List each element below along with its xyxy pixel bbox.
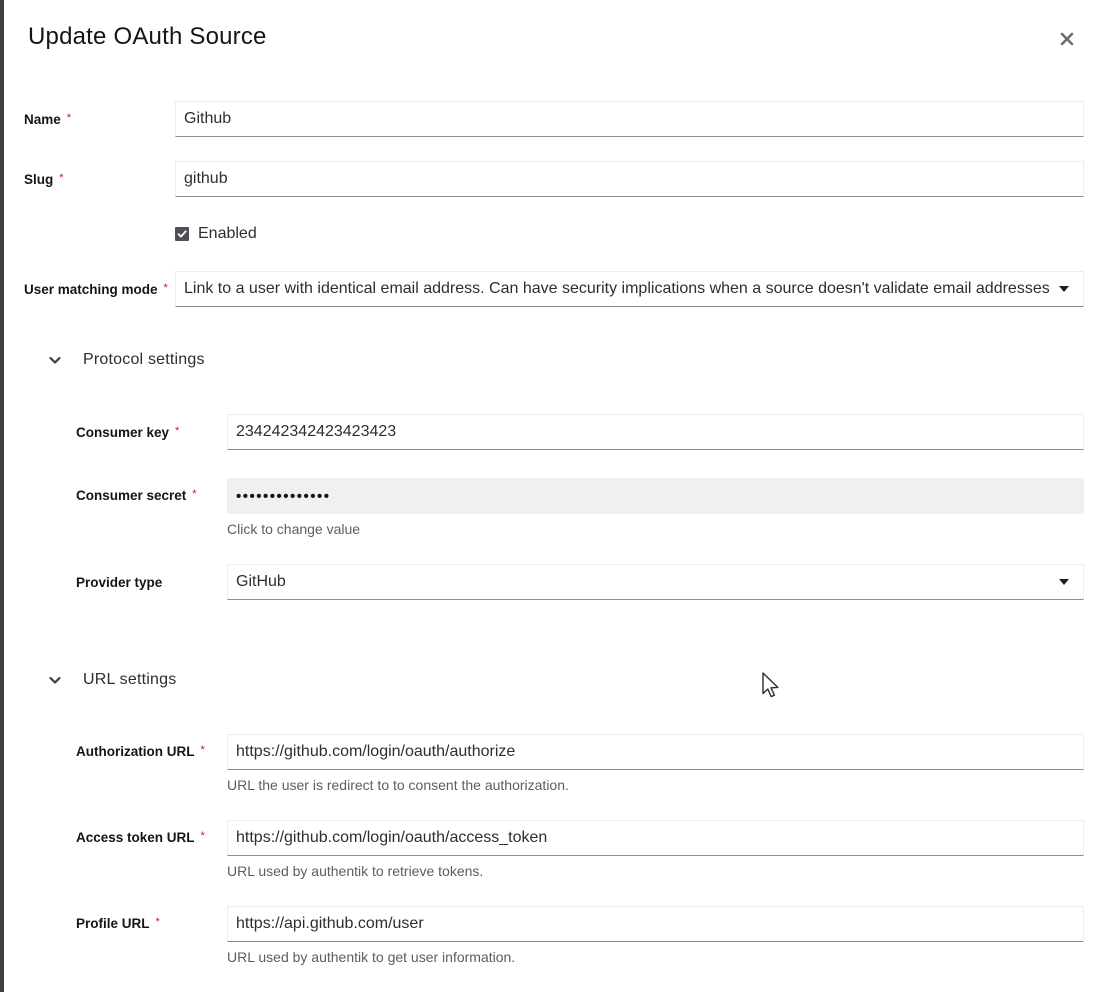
slug-field-row: Slug* (24, 161, 1084, 197)
name-input[interactable] (175, 101, 1084, 137)
authorization-url-input[interactable] (227, 734, 1084, 770)
consumer-key-input[interactable] (227, 414, 1084, 450)
user-matching-mode-label: User matching mode* (24, 282, 175, 297)
required-asterisk: * (164, 282, 168, 294)
consumer-key-field-row: Consumer key* (76, 414, 1084, 450)
provider-type-label: Provider type (76, 575, 227, 590)
user-matching-mode-select[interactable]: Link to a user with identical email addr… (175, 271, 1084, 307)
protocol-settings-section-toggle[interactable]: Protocol settings (48, 351, 205, 369)
authorization-url-help-text: URL the user is redirect to to consent t… (227, 777, 1084, 793)
close-icon (1060, 32, 1074, 46)
profile-url-label: Profile URL* (76, 906, 227, 931)
slug-label: Slug* (24, 172, 175, 187)
consumer-secret-masked-field[interactable]: •••••••••••••• (227, 478, 1084, 514)
required-asterisk: * (156, 916, 160, 928)
name-label: Name* (24, 112, 175, 127)
required-asterisk: * (200, 744, 204, 756)
update-oauth-source-modal: Update OAuth Source Name* Slug* (4, 0, 1104, 992)
modal-header: Update OAuth Source (4, 0, 1104, 52)
caret-down-icon (1059, 579, 1069, 585)
check-icon (177, 229, 187, 239)
profile-url-help-text: URL used by authentik to get user inform… (227, 949, 1084, 965)
modal-title: Update OAuth Source (28, 22, 1080, 52)
enabled-checkbox[interactable] (175, 227, 189, 241)
enabled-checkbox-label: Enabled (198, 225, 257, 243)
enabled-field-row: Enabled (175, 225, 1084, 243)
url-settings-section-label: URL settings (83, 671, 176, 689)
user-matching-mode-selected-value: Link to a user with identical email addr… (184, 280, 1049, 298)
consumer-key-label: Consumer key* (76, 425, 227, 440)
access-token-url-help-text: URL used by authentik to retrieve tokens… (227, 863, 1084, 879)
caret-down-icon (1059, 286, 1069, 292)
url-settings-section-toggle[interactable]: URL settings (48, 671, 176, 689)
url-settings-section-body: Authorization URL* URL the user is redir… (76, 734, 1084, 965)
authorization-url-label: Authorization URL* (76, 734, 227, 759)
provider-type-field-row: Provider type GitHub (76, 564, 1084, 600)
required-asterisk: * (59, 172, 63, 184)
protocol-settings-section-body: Consumer key* Consumer secret* •••••••••… (76, 414, 1084, 600)
access-token-url-input[interactable] (227, 820, 1084, 856)
user-matching-mode-field-row: User matching mode* Link to a user with … (24, 271, 1084, 307)
required-asterisk: * (201, 830, 205, 842)
chevron-down-icon (48, 353, 62, 367)
required-asterisk: * (175, 425, 179, 437)
consumer-secret-field-row: Consumer secret* •••••••••••••• Click to… (76, 478, 1084, 537)
provider-type-select[interactable]: GitHub (227, 564, 1084, 600)
chevron-down-icon (48, 673, 62, 687)
protocol-settings-section-label: Protocol settings (83, 351, 205, 369)
required-asterisk: * (67, 112, 71, 124)
close-button[interactable] (1056, 28, 1078, 50)
access-token-url-label: Access token URL* (76, 820, 227, 845)
slug-input[interactable] (175, 161, 1084, 197)
required-asterisk: * (192, 488, 196, 500)
consumer-secret-masked-value: •••••••••••••• (236, 488, 331, 505)
profile-url-input[interactable] (227, 906, 1084, 942)
consumer-secret-help-text: Click to change value (227, 521, 1084, 537)
name-field-row: Name* (24, 101, 1084, 137)
authorization-url-field-row: Authorization URL* URL the user is redir… (76, 734, 1084, 793)
profile-url-field-row: Profile URL* URL used by authentik to ge… (76, 906, 1084, 965)
oauth-source-form: Name* Slug* Enabled (4, 101, 1104, 965)
consumer-secret-label: Consumer secret* (76, 478, 227, 503)
provider-type-selected-value: GitHub (236, 573, 1049, 591)
access-token-url-field-row: Access token URL* URL used by authentik … (76, 820, 1084, 879)
